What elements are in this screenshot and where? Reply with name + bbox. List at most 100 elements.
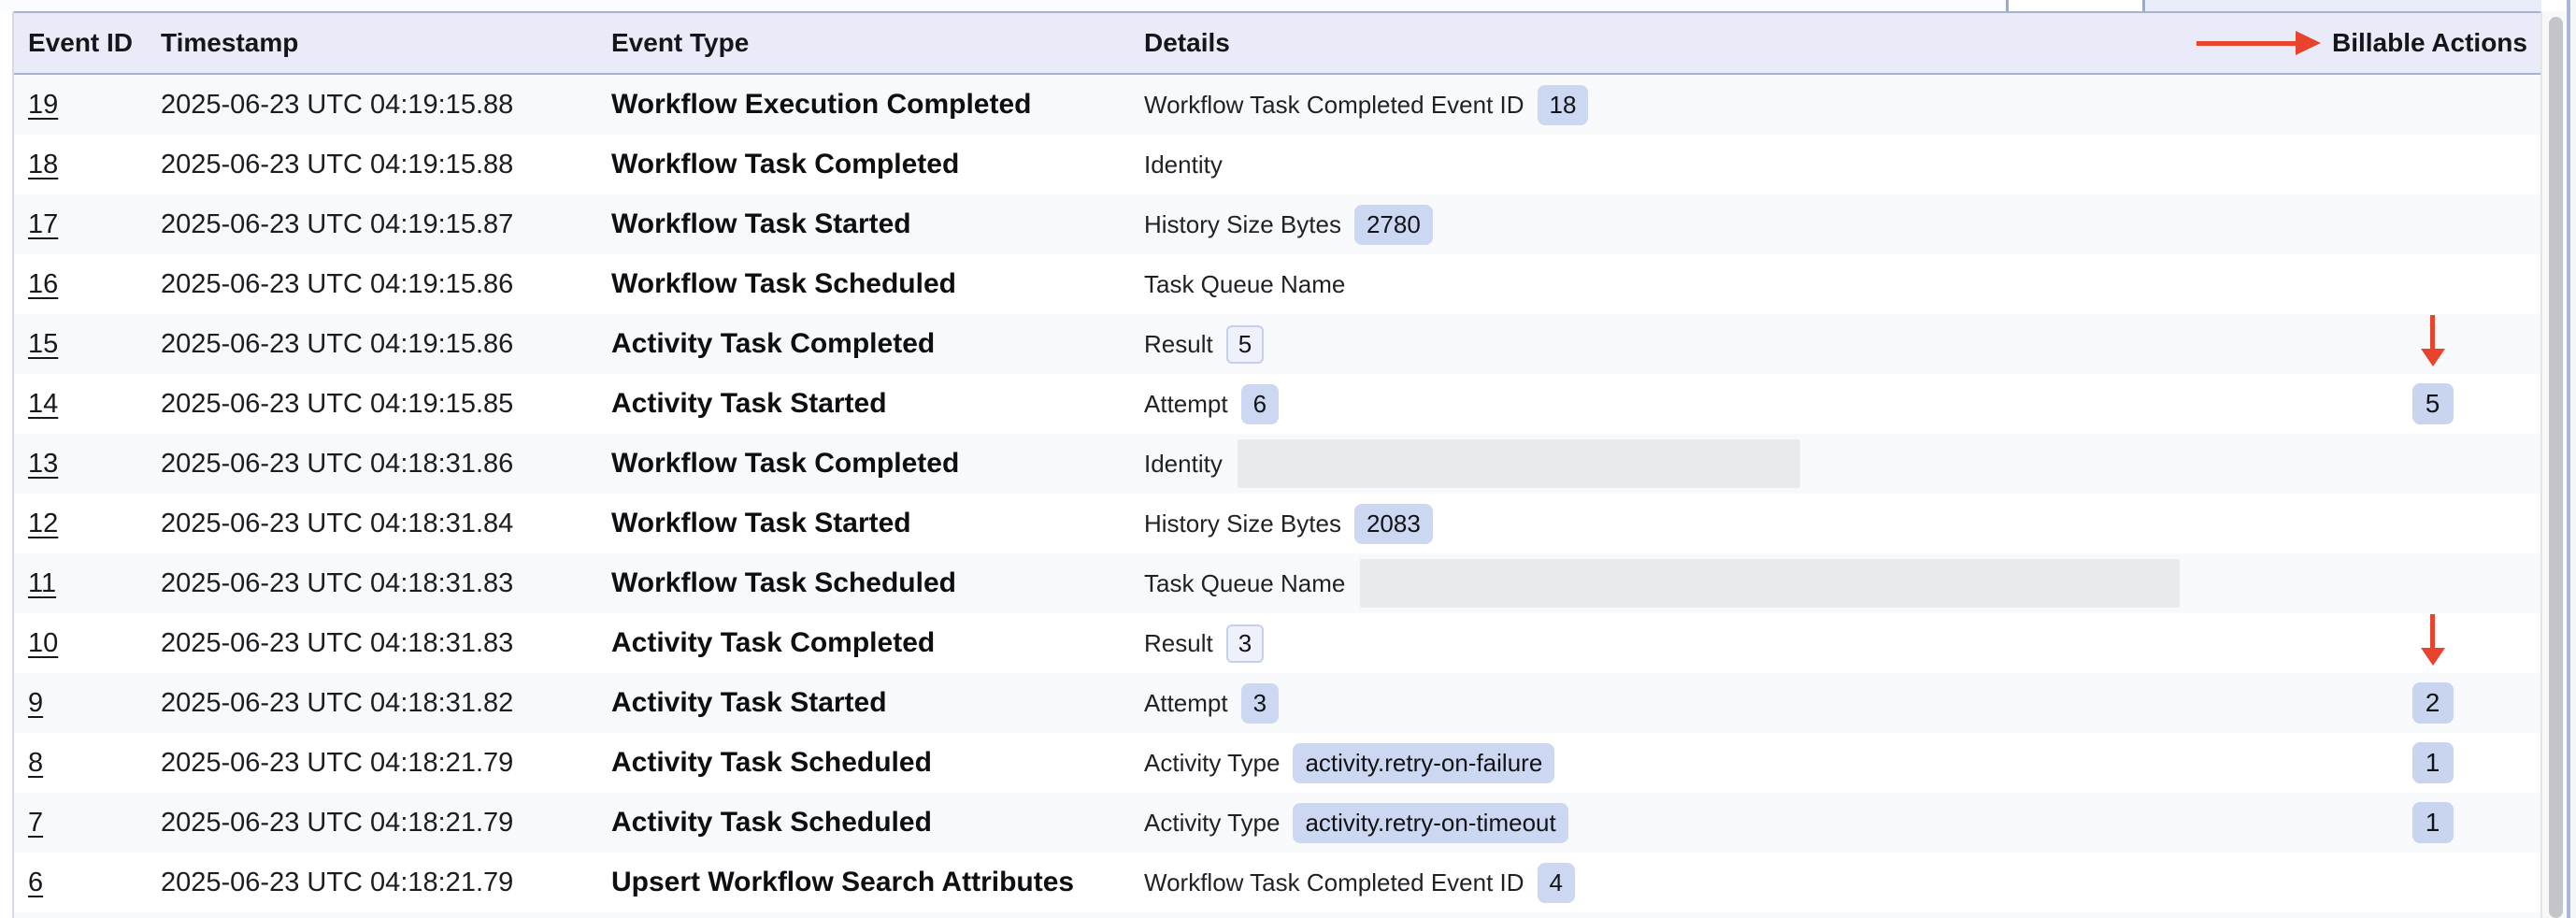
- detail-value-badge: activity.retry-on-timeout: [1293, 803, 1567, 843]
- event-id-cell: 9: [14, 688, 161, 719]
- timestamp-cell: 2025-06-23 UTC 04:18:21.79: [161, 868, 611, 898]
- event-row[interactable]: 172025-06-23 UTC 04:19:15.87Workflow Tas…: [14, 194, 2540, 254]
- detail-label: Attempt: [1144, 689, 1228, 718]
- timestamp-text: 2025-06-23 UTC 04:18:31.83: [161, 568, 513, 598]
- event-history-screen: Event ID Timestamp Event Type Details Bi…: [0, 0, 2576, 918]
- event-type-text: Workflow Task Started: [611, 508, 911, 538]
- event-id-link[interactable]: 18: [28, 150, 58, 179]
- scrollbar-thumb[interactable]: [2549, 17, 2563, 918]
- event-id-link[interactable]: 6: [28, 868, 43, 897]
- event-type-text: Activity Task Completed: [611, 627, 935, 658]
- detail-value-badge: 2780: [1354, 205, 1433, 245]
- timestamp-text: 2025-06-23 UTC 04:18:31.84: [161, 509, 513, 538]
- event-row[interactable]: 132025-06-23 UTC 04:18:31.86Workflow Tas…: [14, 434, 2540, 494]
- toolbar-segment: [2009, 0, 2142, 11]
- details-cell: Task Queue Name: [1144, 559, 2325, 608]
- details-cell: Result5: [1144, 325, 2325, 364]
- event-row[interactable]: 6 2025-06-23 UTC 04:18:21.79 Upsert Workfl…: [14, 853, 2540, 912]
- billable-actions-badge: 5: [2412, 383, 2454, 424]
- billable-actions-badge: 1: [2412, 802, 2454, 843]
- event-id-link[interactable]: 16: [28, 269, 58, 299]
- detail-label: Identity: [1144, 450, 1223, 479]
- event-type-cell: Upsert Workflow Search Attributes: [611, 867, 1144, 898]
- next-row-sliver: [14, 912, 2540, 918]
- billable-actions-cell: [2325, 613, 2540, 673]
- event-type-cell: Workflow Task Completed: [611, 149, 1144, 180]
- event-row[interactable]: 19 2025-06-23 UTC 04:19:15.88 Workflow Exe…: [14, 75, 2540, 135]
- event-id-cell: 18: [14, 150, 161, 180]
- event-id-link[interactable]: 14: [28, 389, 58, 419]
- event-id-cell: 11: [14, 568, 161, 599]
- event-id-cell: 12: [14, 509, 161, 539]
- event-row[interactable]: 102025-06-23 UTC 04:18:31.83Activity Tas…: [14, 613, 2540, 673]
- vertical-scrollbar[interactable]: [2540, 11, 2566, 918]
- event-type-text: Workflow Task Completed: [611, 448, 959, 479]
- event-id-link[interactable]: 17: [28, 209, 58, 239]
- billable-actions-cell: [2325, 194, 2540, 254]
- red-arrow-right-icon: [2197, 31, 2321, 55]
- event-row[interactable]: 7 2025-06-23 UTC 04:18:21.79 Activity Task…: [14, 793, 2540, 853]
- column-header-event-type: Event Type: [611, 28, 1144, 58]
- event-row[interactable]: 12 2025-06-23 UTC 04:18:31.84 Workflow Tas…: [14, 494, 2540, 553]
- event-type-text: Workflow Task Scheduled: [611, 268, 956, 299]
- event-type-cell: Activity Task Started: [611, 388, 1144, 420]
- event-history-table: Event ID Timestamp Event Type Details Bi…: [12, 11, 2540, 918]
- timestamp-text: 2025-06-23 UTC 04:19:15.86: [161, 269, 513, 299]
- billable-actions-cell: [2325, 135, 2540, 194]
- event-id-link[interactable]: 19: [28, 90, 58, 120]
- timestamp-text: 2025-06-23 UTC 04:19:15.86: [161, 329, 513, 359]
- detail-label: History Size Bytes: [1144, 210, 1341, 239]
- event-type-cell: Workflow Task Completed: [611, 448, 1144, 480]
- event-id-link[interactable]: 15: [28, 329, 58, 359]
- event-row[interactable]: 16 2025-06-23 UTC 04:19:15.86 Workflow Tas…: [14, 254, 2540, 314]
- timestamp-cell: 2025-06-23 UTC 04:18:31.83: [161, 568, 611, 599]
- timestamp-text: 2025-06-23 UTC 04:19:15.85: [161, 389, 513, 419]
- event-type-text: Activity Task Scheduled: [611, 807, 932, 838]
- top-toolbar-edge: [0, 0, 2576, 11]
- event-type-text: Workflow Task Completed: [611, 149, 959, 179]
- detail-value-badge: activity.retry-on-failure: [1293, 743, 1554, 783]
- event-type-cell: Workflow Task Scheduled: [611, 268, 1144, 300]
- event-id-link[interactable]: 9: [28, 688, 43, 718]
- billable-actions-cell: [2325, 314, 2540, 374]
- event-id-link[interactable]: 12: [28, 509, 58, 538]
- event-row[interactable]: 11 2025-06-23 UTC 04:18:31.83 Workflow Tas…: [14, 553, 2540, 613]
- billable-actions-cell: 1: [2325, 793, 2540, 853]
- timestamp-text: 2025-06-23 UTC 04:18:21.79: [161, 868, 513, 897]
- event-type-text: Workflow Execution Completed: [611, 89, 1032, 120]
- event-id-link[interactable]: 11: [28, 568, 56, 598]
- timestamp-cell: 2025-06-23 UTC 04:19:15.85: [161, 389, 611, 420]
- event-id-link[interactable]: 10: [28, 628, 58, 658]
- billable-actions-badge: 1: [2412, 742, 2454, 783]
- event-type-cell: Activity Task Completed: [611, 328, 1144, 360]
- event-row[interactable]: 182025-06-23 UTC 04:19:15.88Workflow Tas…: [14, 135, 2540, 194]
- redacted-value-block: [1360, 559, 2180, 608]
- timestamp-text: 2025-06-23 UTC 04:18:21.79: [161, 808, 513, 838]
- event-id-cell: 16: [14, 269, 161, 300]
- timestamp-text: 2025-06-23 UTC 04:19:15.88: [161, 90, 513, 120]
- details-cell: Activity Typeactivity.retry-on-timeout: [1144, 803, 2325, 843]
- event-type-text: Upsert Workflow Search Attributes: [611, 867, 1074, 897]
- event-type-text: Workflow Task Started: [611, 208, 911, 239]
- event-row[interactable]: 14 2025-06-23 UTC 04:19:15.85 Activity Tas…: [14, 374, 2540, 434]
- details-cell: Workflow Task Completed Event ID4: [1144, 863, 2325, 903]
- details-cell: Activity Typeactivity.retry-on-failure: [1144, 743, 2325, 783]
- detail-label: Result: [1144, 629, 1213, 658]
- event-row[interactable]: 15 2025-06-23 UTC 04:19:15.86 Activity Tas…: [14, 314, 2540, 374]
- event-id-link[interactable]: 13: [28, 449, 58, 479]
- detail-label: Attempt: [1144, 390, 1228, 419]
- event-row[interactable]: 92025-06-23 UTC 04:18:31.82Activity Task…: [14, 673, 2540, 733]
- event-id-link[interactable]: 8: [28, 748, 43, 778]
- event-row[interactable]: 82025-06-23 UTC 04:18:21.79Activity Task…: [14, 733, 2540, 793]
- details-cell: Attempt3: [1144, 683, 2325, 724]
- timestamp-cell: 2025-06-23 UTC 04:18:21.79: [161, 748, 611, 779]
- event-id-link[interactable]: 7: [28, 808, 43, 838]
- column-header-billable-actions: Billable Actions: [2325, 28, 2540, 58]
- event-id-cell: 17: [14, 209, 161, 240]
- detail-label: Task Queue Name: [1144, 270, 1345, 299]
- redacted-value-block: [1238, 439, 1800, 488]
- event-type-cell: Workflow Task Scheduled: [611, 567, 1144, 599]
- timestamp-cell: 2025-06-23 UTC 04:19:15.86: [161, 329, 611, 360]
- red-arrow-down-icon: [2421, 315, 2445, 366]
- detail-value-badge: 5: [1226, 325, 1264, 364]
